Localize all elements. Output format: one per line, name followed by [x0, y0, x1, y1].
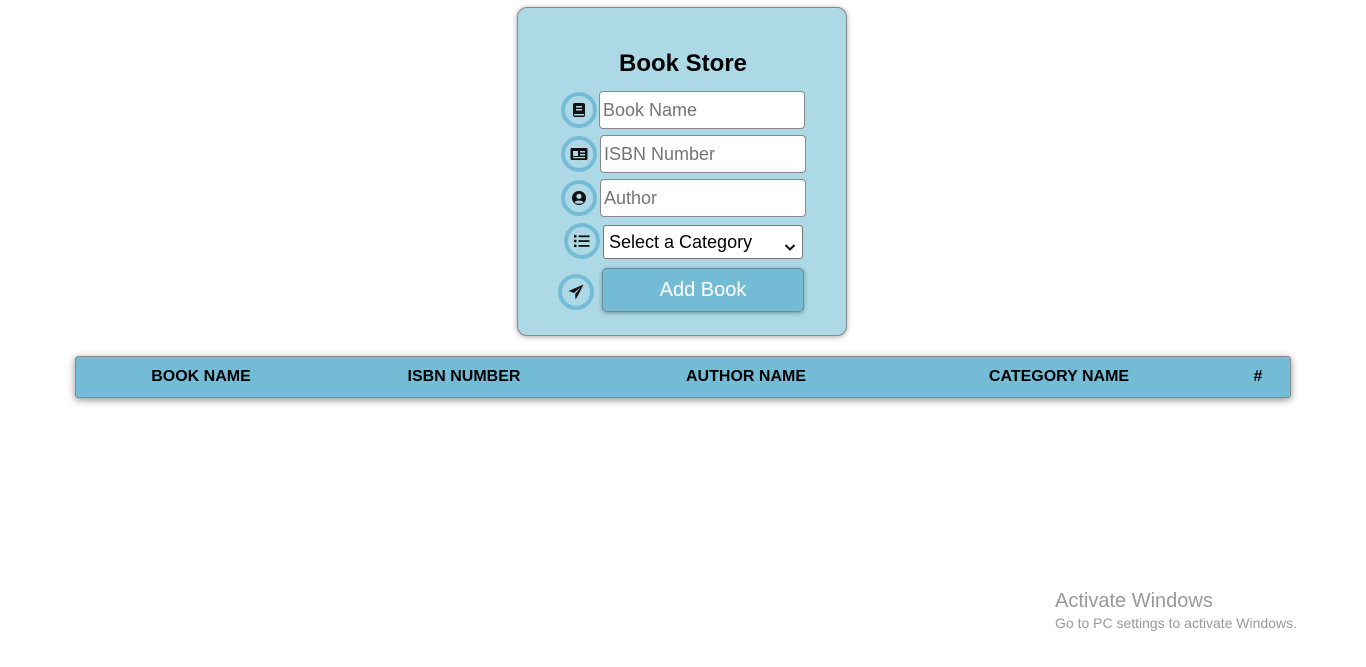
activate-windows-watermark: Activate Windows Go to PC settings to ac… [1055, 589, 1297, 632]
book-name-input[interactable] [599, 91, 805, 129]
form-title: Book Store [618, 50, 747, 77]
column-header-actions: # [1253, 368, 1263, 385]
add-book-button[interactable]: Add Book [602, 268, 804, 312]
user-circle-icon [561, 180, 597, 216]
id-card-icon [561, 136, 597, 172]
list-icon [564, 223, 600, 259]
watermark-title: Activate Windows [1055, 590, 1213, 612]
column-header-author-name: AUTHOR NAME [686, 368, 806, 385]
column-header-book-name: BOOK NAME [151, 368, 251, 385]
category-select[interactable]: Select a Category [603, 225, 803, 259]
chevron-down-icon [784, 236, 796, 257]
paper-plane-icon [558, 274, 594, 310]
isbn-input[interactable] [600, 135, 806, 173]
column-header-category-name: CATEGORY NAME [988, 368, 1130, 385]
book-form-card: Book Store Book Name ISBN Number Author … [517, 7, 847, 336]
watermark-subtitle: Go to PC settings to activate Windows. [1055, 615, 1297, 631]
category-select-value: Select a Category [609, 231, 753, 252]
book-icon [561, 92, 597, 128]
book-table-header: BOOK NAME ISBN NUMBER AUTHOR NAME CATEGO… [75, 356, 1291, 398]
column-header-isbn-number: ISBN NUMBER [407, 368, 521, 385]
author-input[interactable] [600, 179, 806, 217]
